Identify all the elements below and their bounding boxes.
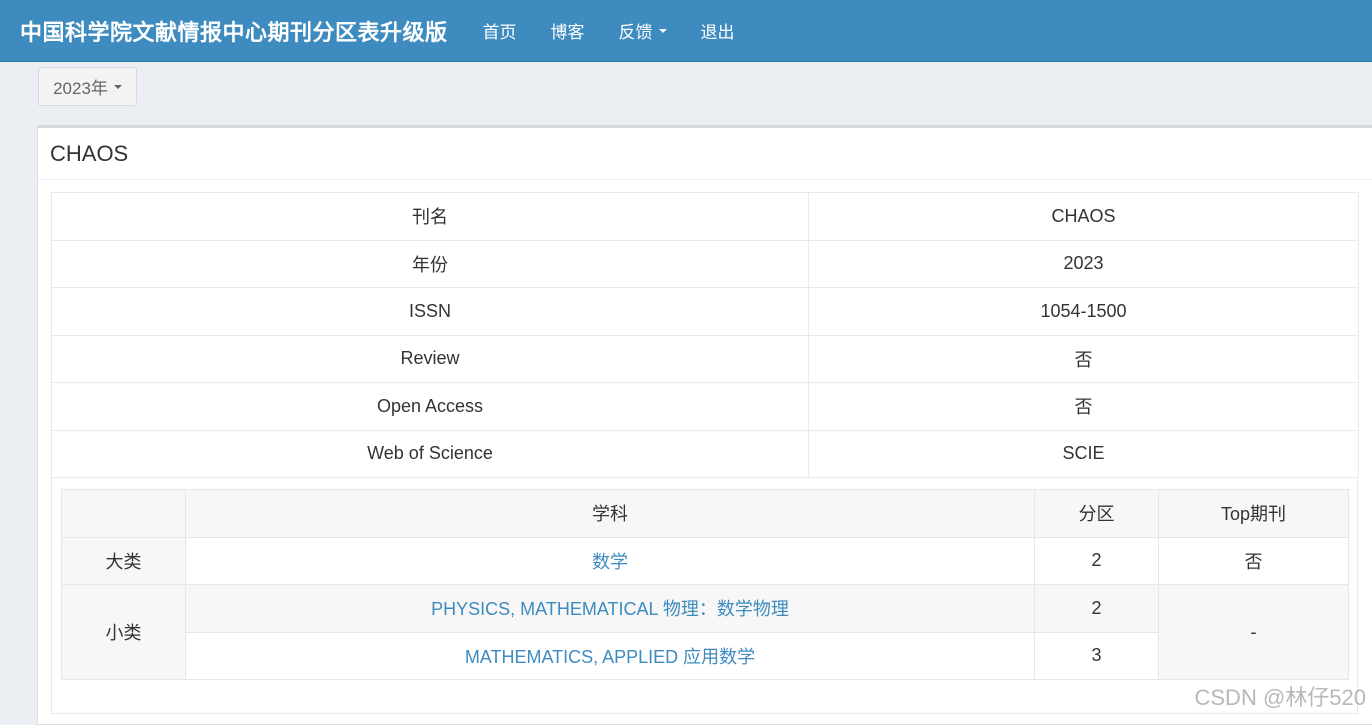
header-empty bbox=[61, 489, 186, 538]
journal-panel: CHAOS 刊名 CHAOS 年份 2023 ISSN 1054-1500 Re… bbox=[37, 125, 1372, 725]
minor-zone: 2 bbox=[1034, 584, 1159, 633]
major-subject-cell: 数学 bbox=[185, 536, 1035, 585]
minor-subject-link[interactable]: MATHEMATICS, APPLIED 应用数学 bbox=[465, 647, 755, 667]
major-subject-link[interactable]: 数学 bbox=[592, 552, 628, 572]
minor-subject-cell: PHYSICS, MATHEMATICAL 物理：数学物理 bbox=[185, 584, 1035, 633]
info-row: Review 否 bbox=[51, 334, 1359, 383]
minor-category-row: MATHEMATICS, APPLIED 应用数学 3 bbox=[62, 631, 1349, 680]
minor-subject-cell: MATHEMATICS, APPLIED 应用数学 bbox=[185, 631, 1035, 680]
partition-header-row: 学科 分区 Top期刊 bbox=[61, 489, 1349, 538]
info-value: CHAOS bbox=[808, 192, 1359, 241]
brand-title[interactable]: 中国科学院文献情报中心期刊分区表升级版 bbox=[20, 15, 448, 47]
header-top: Top期刊 bbox=[1158, 489, 1349, 538]
minor-top: - bbox=[1158, 584, 1349, 680]
info-row: Open Access 否 bbox=[51, 382, 1359, 431]
info-row: 年份 2023 bbox=[51, 239, 1359, 288]
info-value: 2023 bbox=[808, 239, 1359, 288]
header-subject: 学科 bbox=[185, 489, 1035, 538]
journal-info-table: 刊名 CHAOS 年份 2023 ISSN 1054-1500 Review 否… bbox=[51, 192, 1359, 478]
minor-label: 小类 bbox=[61, 584, 186, 680]
info-label: ISSN bbox=[51, 287, 809, 336]
header-zone: 分区 bbox=[1034, 489, 1159, 538]
year-select-button[interactable]: 2023年 bbox=[38, 67, 137, 106]
minor-subject-link[interactable]: PHYSICS, MATHEMATICAL 物理：数学物理 bbox=[431, 599, 789, 619]
watermark: CSDN @林仔520 bbox=[1194, 685, 1367, 710]
nav-blog[interactable]: 博客 bbox=[534, 0, 602, 62]
top-navbar: 中国科学院文献情报中心期刊分区表升级版 首页 博客 反馈 退出 bbox=[0, 0, 1372, 62]
nav-home[interactable]: 首页 bbox=[466, 0, 534, 62]
minor-category-row: 小类 PHYSICS, MATHEMATICAL 物理：数学物理 2 - bbox=[61, 584, 1349, 680]
info-value: 否 bbox=[808, 382, 1359, 431]
chevron-down-icon bbox=[658, 28, 667, 33]
major-category-row: 大类 数学 2 否 bbox=[61, 536, 1349, 585]
info-label: Open Access bbox=[51, 382, 809, 431]
nav-feedback-dropdown[interactable]: 反馈 bbox=[602, 0, 684, 62]
nav-logout[interactable]: 退出 bbox=[684, 0, 752, 62]
chevron-down-icon bbox=[113, 84, 122, 89]
info-row: 刊名 CHAOS bbox=[51, 192, 1359, 241]
minor-zone: 3 bbox=[1034, 631, 1159, 680]
panel-heading: CHAOS bbox=[38, 128, 1372, 180]
info-label: Web of Science bbox=[51, 429, 809, 478]
info-row: Web of Science SCIE bbox=[51, 429, 1359, 478]
major-zone: 2 bbox=[1034, 536, 1159, 585]
major-top: 否 bbox=[1158, 536, 1349, 585]
info-value: SCIE bbox=[808, 429, 1359, 478]
partition-table: 学科 分区 Top期刊 大类 数学 2 否 小类 PHYSICS, MATHEM… bbox=[61, 489, 1349, 680]
nav-feedback-label: 反馈 bbox=[618, 23, 653, 42]
info-row: ISSN 1054-1500 bbox=[51, 287, 1359, 336]
info-label: 刊名 bbox=[51, 192, 809, 241]
major-label: 大类 bbox=[61, 536, 186, 585]
info-value: 1054-1500 bbox=[808, 287, 1359, 336]
journal-title: CHAOS bbox=[50, 140, 129, 166]
info-label: 年份 bbox=[51, 239, 809, 288]
info-label: Review bbox=[51, 334, 809, 383]
year-select-label: 2023年 bbox=[53, 79, 108, 98]
info-value: 否 bbox=[808, 334, 1359, 383]
nav-links: 首页 博客 反馈 退出 bbox=[466, 0, 752, 62]
